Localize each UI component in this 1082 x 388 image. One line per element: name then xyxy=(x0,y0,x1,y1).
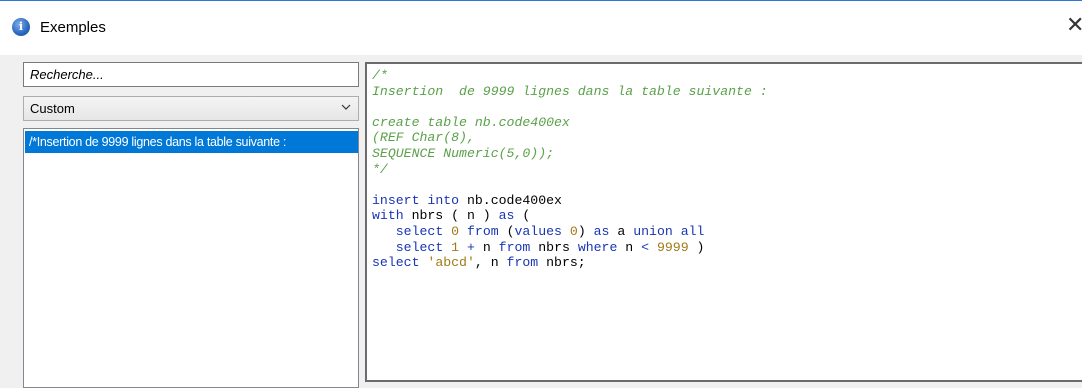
code-editor[interactable]: /* Insertion de 9999 lignes dans la tabl… xyxy=(365,62,1082,382)
code-line: select 'abcd', n from nbrs; xyxy=(372,255,586,271)
code-line: (REF Char(8), xyxy=(372,130,475,146)
search-input[interactable] xyxy=(23,62,359,87)
code-line: create table nb.code400ex xyxy=(372,114,570,130)
code-line: */ xyxy=(372,161,388,177)
code-text[interactable]: /* Insertion de 9999 lignes dans la tabl… xyxy=(372,68,768,271)
examples-list[interactable]: /*Insertion de 9999 lignes dans la table… xyxy=(23,128,359,388)
code-line: SEQUENCE Numeric(5,0)); xyxy=(372,145,555,161)
category-dropdown[interactable]: Custom xyxy=(23,96,359,121)
list-item[interactable]: /*Insertion de 9999 lignes dans la table… xyxy=(25,131,358,153)
title-bar: i Exemples ✕ xyxy=(0,0,1082,55)
code-line: /* xyxy=(372,68,388,83)
close-icon[interactable]: ✕ xyxy=(1066,11,1082,41)
chevron-down-icon xyxy=(341,104,351,110)
code-line: insert into nb.code400ex xyxy=(372,192,562,208)
code-line: select 1 + n from nbrs where n < 9999 ) xyxy=(395,239,705,255)
code-line: select 0 from (values 0) as a union all xyxy=(395,223,705,239)
left-panel: Custom /*Insertion de 9999 lignes dans l… xyxy=(23,62,359,388)
code-line: with nbrs ( n ) as ( xyxy=(372,208,531,224)
code-line: Insertion de 9999 lignes dans la table s… xyxy=(372,83,768,99)
app-info-icon: i xyxy=(12,18,30,36)
window-title: Exemples xyxy=(40,19,106,36)
dropdown-selected-value: Custom xyxy=(30,101,75,116)
